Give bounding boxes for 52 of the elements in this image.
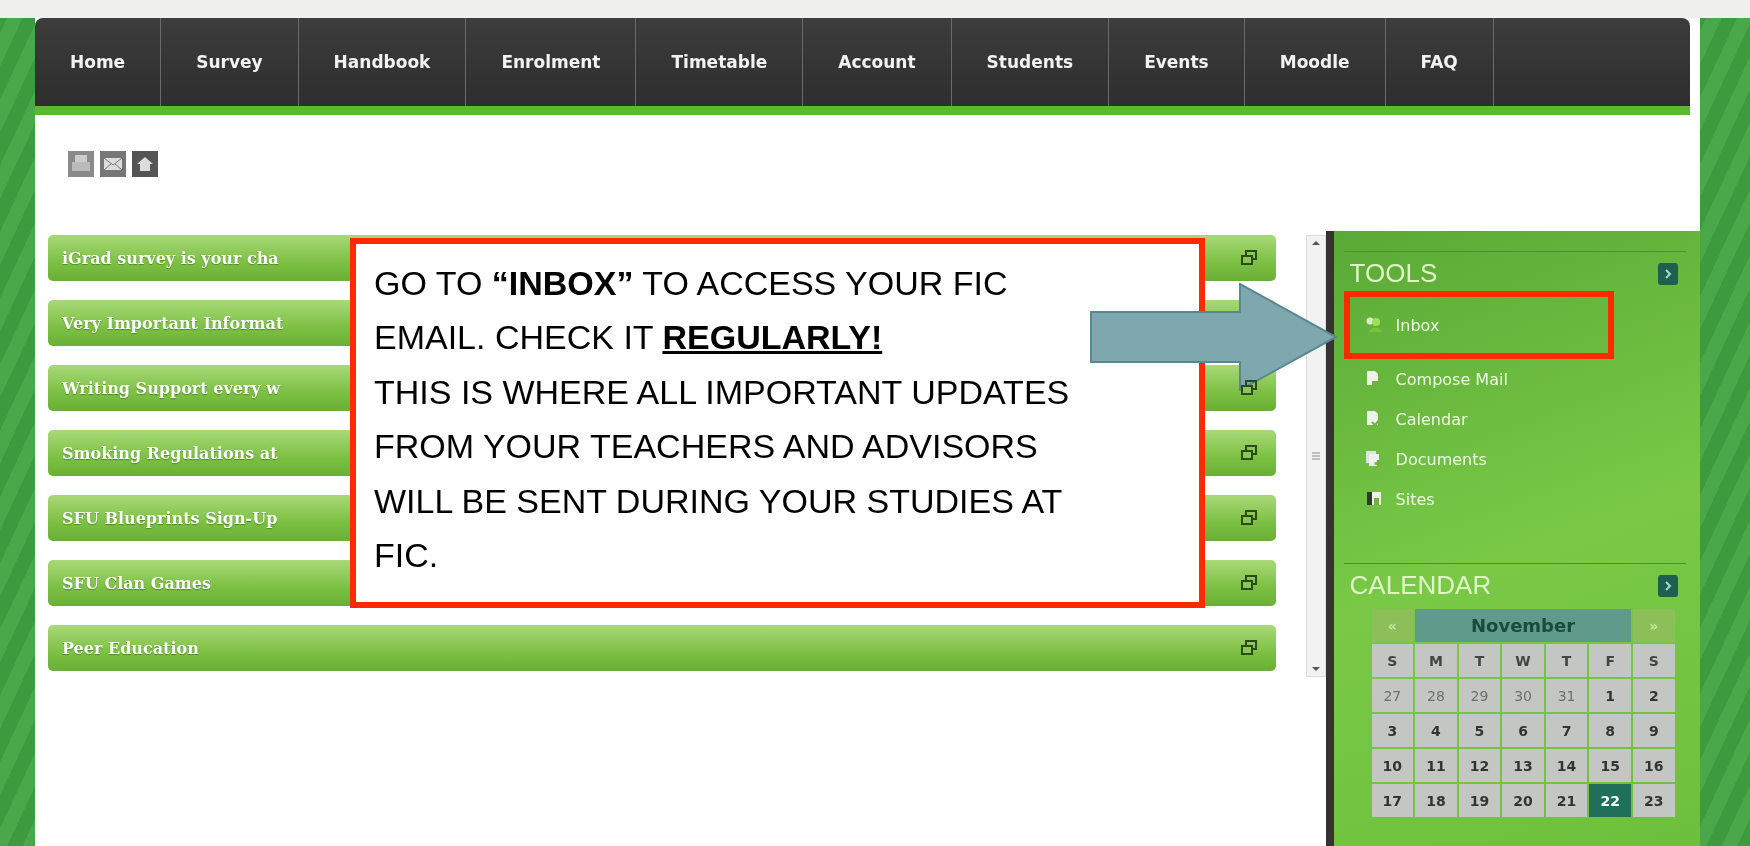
calendar-day[interactable]: 16	[1632, 749, 1675, 782]
calendar-day[interactable]: 15	[1589, 749, 1631, 782]
announcement-title: Smoking Regulations at	[62, 443, 278, 463]
announcement-title: iGrad survey is your cha	[62, 248, 279, 268]
calendar-day[interactable]: 3	[1371, 714, 1414, 747]
announcement-title: Peer Education	[62, 638, 199, 658]
calendar-day[interactable]: 19	[1458, 784, 1501, 817]
calendar-day[interactable]: 21	[1545, 784, 1588, 817]
nav-link[interactable]: Account	[803, 18, 952, 106]
announcement-title: Writing Support every w	[62, 378, 280, 398]
nav-link[interactable]: FAQ	[1385, 18, 1494, 106]
nav-link[interactable]: Students	[951, 18, 1110, 106]
weekday-header: T	[1545, 644, 1588, 677]
calendar-day[interactable]: 14	[1545, 749, 1588, 782]
calendar-day[interactable]: 10	[1371, 749, 1414, 782]
calendar-day[interactable]: 20	[1502, 784, 1544, 817]
weekday-header: T	[1458, 644, 1501, 677]
nav-link[interactable]: Handbook	[298, 18, 467, 106]
nav-link[interactable]: Enrolment	[466, 18, 637, 106]
nav-link[interactable]: Survey	[161, 18, 299, 106]
calendar-day[interactable]: 2	[1632, 679, 1675, 712]
calendar-day[interactable]: 11	[1415, 749, 1457, 782]
nav-link[interactable]: Home	[35, 18, 162, 106]
month-title: November	[1415, 609, 1631, 642]
weekday-header: W	[1502, 644, 1544, 677]
nav-link[interactable]: Moodle	[1244, 18, 1386, 106]
weekday-header: M	[1415, 644, 1457, 677]
callout-text: GO TO “INBOX” TO ACCESS YOUR FIC EMAIL. CHECK IT REGULARLY!	[374, 263, 1009, 359]
calendar-day[interactable]: 8	[1589, 714, 1631, 747]
calendar-day[interactable]: 5	[1458, 714, 1501, 747]
calendar-day[interactable]: 13	[1502, 749, 1544, 782]
weekday-header: S	[1632, 644, 1675, 677]
section-title: TOOLS	[1349, 258, 1438, 289]
calendar-day[interactable]: 17	[1371, 784, 1414, 817]
calendar-day[interactable]: 9	[1632, 714, 1675, 747]
announcement-title: SFU Blueprints Sign-Up	[62, 508, 278, 528]
calendar-day[interactable]: 1	[1589, 679, 1631, 712]
nav-link[interactable]: Events	[1109, 18, 1245, 106]
weekday-header: S	[1371, 644, 1414, 677]
nav-link[interactable]: Timetable	[636, 18, 804, 106]
announcement-title: SFU Clan Games	[62, 573, 211, 593]
calendar-day[interactable]: 4	[1415, 714, 1457, 747]
calendar-day[interactable]: 7	[1545, 714, 1588, 747]
callout-text: THIS IS WHERE ALL IMPORTANT UPDATES FROM YOUR TEACHERS AND ADVISORS WILL BE SENT DURING YOUR STUDIES AT FIC.	[374, 371, 1071, 576]
calendar-day[interactable]: 18	[1415, 784, 1457, 817]
calendar-day[interactable]: 12	[1458, 749, 1501, 782]
section-title: CALENDAR	[1349, 570, 1492, 601]
calendar-day[interactable]: 22	[1589, 784, 1631, 817]
calendar-day[interactable]: 6	[1502, 714, 1544, 747]
announcement-title: Very Important Informat	[62, 313, 284, 333]
calendar-day[interactable]: 23	[1632, 784, 1675, 817]
weekday-header: F	[1589, 644, 1631, 677]
